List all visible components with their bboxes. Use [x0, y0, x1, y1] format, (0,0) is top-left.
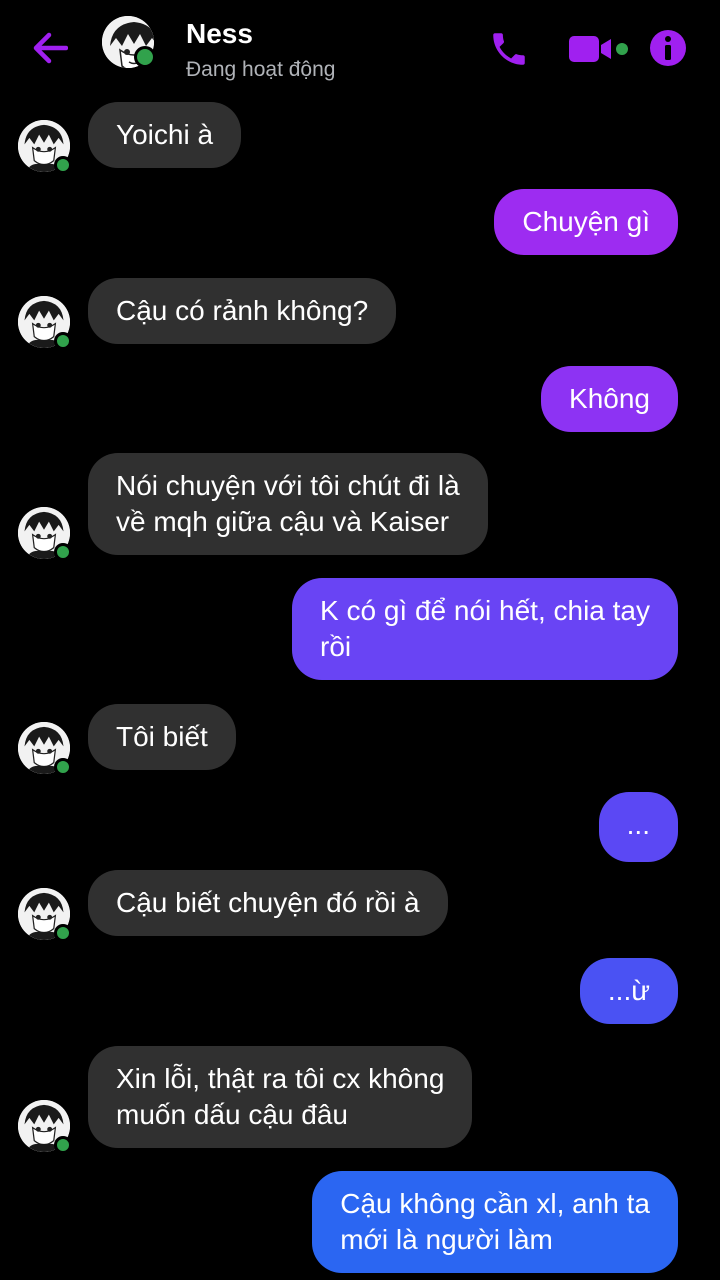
incoming-message[interactable]: Yoichi à	[88, 102, 242, 168]
outgoing-message[interactable]: Chuyện gì	[494, 189, 678, 255]
online-status-dot	[54, 924, 72, 942]
incoming-message[interactable]: Cậu biết chuyện đó rồi à	[88, 870, 448, 936]
online-status-dot	[54, 543, 72, 561]
sender-avatar[interactable]	[18, 507, 72, 561]
phone-icon	[493, 33, 525, 65]
info-icon	[650, 30, 686, 66]
incoming-message[interactable]: Nói chuyện với tôi chút đi là về mqh giữ…	[88, 453, 488, 555]
incoming-message[interactable]: Xin lỗi, thật ra tôi cx không muốn dấu c…	[88, 1046, 473, 1148]
outgoing-message[interactable]: Cậu không cần xl, anh ta mới là người là…	[312, 1171, 678, 1273]
outgoing-message[interactable]: K có gì để nói hết, chia tay rồi	[292, 578, 678, 680]
outgoing-message[interactable]: ...	[598, 792, 678, 862]
sender-avatar[interactable]	[18, 722, 72, 776]
contact-name[interactable]: Ness	[186, 18, 253, 50]
online-status-dot	[54, 1136, 72, 1154]
incoming-message[interactable]: Tôi biết	[88, 704, 236, 770]
video-camera-icon	[569, 36, 628, 62]
arrow-left-icon	[33, 32, 68, 64]
contact-avatar[interactable]	[102, 16, 156, 68]
active-status: Đang hoạt động	[186, 58, 336, 81]
online-status-dot	[54, 332, 72, 350]
voice-call-button[interactable]	[488, 28, 530, 70]
outgoing-message[interactable]: Không	[541, 366, 678, 432]
sender-avatar[interactable]	[18, 120, 72, 174]
sender-avatar[interactable]	[18, 296, 72, 350]
online-status-dot	[54, 156, 72, 174]
back-button[interactable]	[26, 26, 74, 70]
outgoing-message[interactable]: ...ừ	[579, 958, 678, 1024]
chat-header: Ness Đang hoạt động	[0, 0, 720, 96]
incoming-message[interactable]: Cậu có rảnh không?	[88, 278, 397, 344]
online-status-dot	[54, 758, 72, 776]
sender-avatar[interactable]	[18, 888, 72, 942]
sender-avatar[interactable]	[18, 1100, 72, 1154]
info-button[interactable]	[648, 28, 688, 68]
online-status-dot	[134, 46, 156, 68]
video-call-button[interactable]	[566, 30, 632, 68]
